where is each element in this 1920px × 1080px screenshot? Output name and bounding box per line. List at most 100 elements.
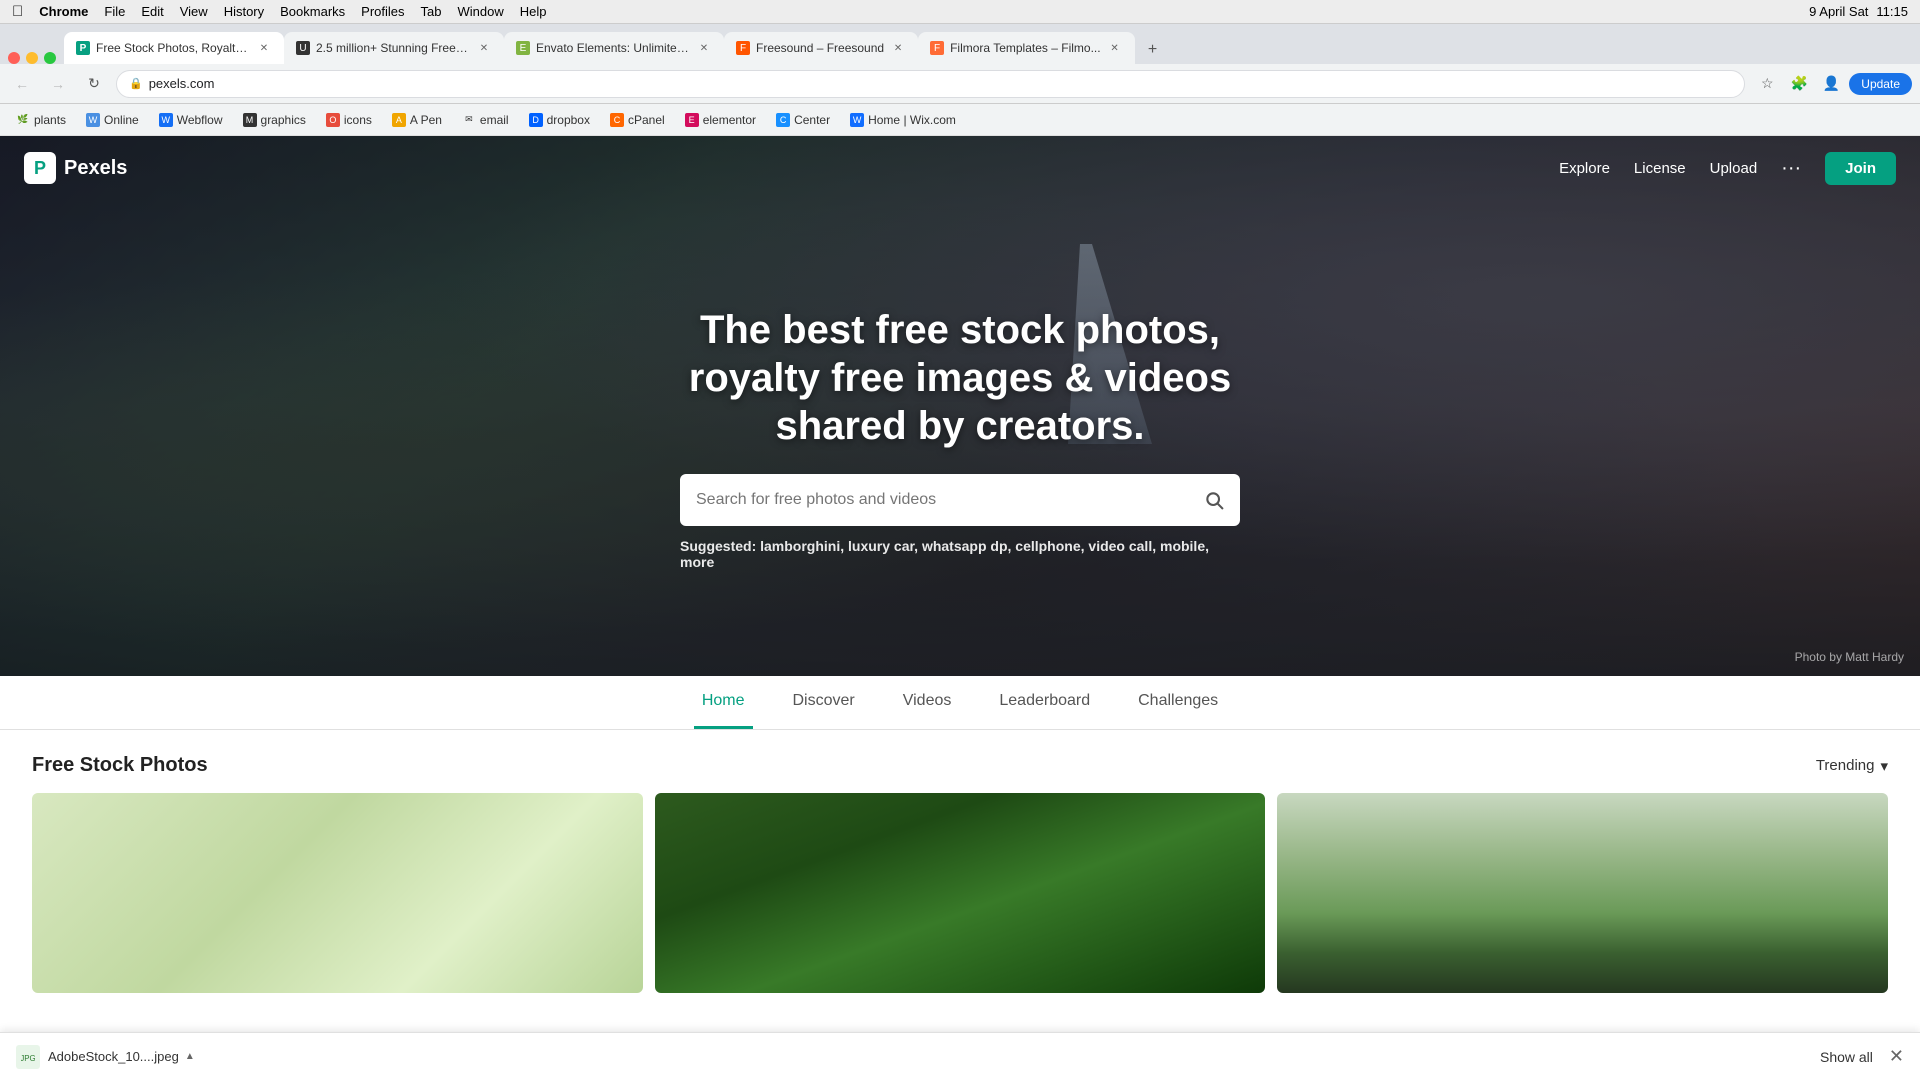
bookmarks-bar: 🌿 plants W Online W Webflow M graphics O… (0, 104, 1920, 136)
bookmark-elementor[interactable]: E elementor (677, 110, 764, 130)
bookmark-star-icon[interactable]: ☆ (1753, 70, 1781, 98)
tab-challenges[interactable]: Challenges (1130, 676, 1226, 729)
new-tab-button[interactable]: + (1139, 36, 1167, 64)
bookmark-graphics[interactable]: M graphics (235, 110, 314, 130)
tab-home[interactable]: Home (694, 676, 753, 729)
reload-button[interactable]: ↻ (80, 70, 108, 98)
bookmark-label-apen: A Pen (410, 113, 442, 127)
bookmark-favicon-apen: A (392, 113, 406, 127)
site-logo[interactable]: P Pexels (24, 152, 127, 184)
bookmark-favicon-center: C (776, 113, 790, 127)
app-menu-edit[interactable]: Edit (141, 4, 163, 19)
download-file-icon: JPG (16, 1045, 40, 1069)
bookmark-favicon-email: ✉ (462, 113, 476, 127)
bookmark-wix[interactable]: W Home | Wix.com (842, 110, 964, 130)
browser-tab-pexels[interactable]: P Free Stock Photos, Royalty Fre... ✕ (64, 32, 284, 64)
bookmark-favicon-graphics: M (243, 113, 257, 127)
back-button[interactable]: ← (8, 70, 36, 98)
bookmark-plants[interactable]: 🌿 plants (8, 110, 74, 130)
app-menu-profiles[interactable]: Profiles (361, 4, 404, 19)
app-menu-help[interactable]: Help (520, 4, 547, 19)
photo-card-2[interactable] (655, 793, 1266, 993)
bookmark-email[interactable]: ✉ email (454, 110, 517, 130)
window-minimize-button[interactable] (26, 52, 38, 64)
nav-explore[interactable]: Explore (1559, 160, 1610, 177)
suggestions-text[interactable]: lamborghini, luxury car, whatsapp dp, ce… (680, 538, 1209, 570)
app-menu-history[interactable]: History (224, 4, 264, 19)
tab-title-filmora: Filmora Templates – Filmo... (950, 41, 1101, 55)
window-close-button[interactable] (8, 52, 20, 64)
chrome-browser-frame: P Free Stock Photos, Royalty Fre... ✕ U … (0, 24, 1920, 136)
bookmark-favicon-wix: W (850, 113, 864, 127)
search-input[interactable] (696, 491, 1192, 509)
bookmark-favicon-webflow: W (159, 113, 173, 127)
bookmark-label-plants: plants (34, 113, 66, 127)
photo-card-3[interactable] (1277, 793, 1888, 993)
tab-title-freesound: Freesound – Freesound (756, 41, 884, 55)
bookmark-label-elementor: elementor (703, 113, 756, 127)
bookmark-label-graphics: graphics (261, 113, 306, 127)
browser-tab-filmora[interactable]: F Filmora Templates – Filmo... ✕ (918, 32, 1135, 64)
profile-avatar-icon[interactable]: 👤 (1817, 70, 1845, 98)
download-chevron-icon[interactable]: ▲ (185, 1051, 195, 1062)
tab-leaderboard[interactable]: Leaderboard (991, 676, 1098, 729)
download-close-button[interactable]: ✕ (1889, 1046, 1904, 1067)
show-all-button[interactable]: Show all (1820, 1049, 1873, 1065)
bookmark-favicon-plants: 🌿 (16, 113, 30, 127)
app-menu-bookmarks[interactable]: Bookmarks (280, 4, 345, 19)
nav-more-icon[interactable]: ··· (1781, 157, 1801, 180)
photo-card-1[interactable] (32, 793, 643, 993)
forward-button[interactable]: → (44, 70, 72, 98)
tab-close-unsplash[interactable]: ✕ (476, 40, 492, 56)
tab-bar: P Free Stock Photos, Royalty Fre... ✕ U … (0, 24, 1920, 64)
apple-menu[interactable]:  (12, 3, 23, 20)
tab-close-freesound[interactable]: ✕ (890, 40, 906, 56)
app-menu-window[interactable]: Window (458, 4, 504, 19)
browser-tab-envato[interactable]: E Envato Elements: Unlimited St... ✕ (504, 32, 724, 64)
bookmark-webflow[interactable]: W Webflow (151, 110, 231, 130)
logo-text: Pexels (64, 157, 127, 180)
app-menu-file[interactable]: File (104, 4, 125, 19)
nav-upload[interactable]: Upload (1710, 160, 1758, 177)
bookmark-cpanel[interactable]: C cPanel (602, 110, 673, 130)
bookmark-label-email: email (480, 113, 509, 127)
url-text: pexels.com (149, 76, 1733, 91)
app-menu-tab[interactable]: Tab (421, 4, 442, 19)
menubar-date: 9 April Sat (1809, 4, 1868, 19)
bookmark-dropbox[interactable]: D dropbox (521, 110, 598, 130)
update-chrome-button[interactable]: Update (1849, 73, 1912, 95)
tab-favicon-unsplash: U (296, 41, 310, 55)
bookmark-favicon-online: W (86, 113, 100, 127)
app-menu-chrome[interactable]: Chrome (39, 4, 88, 19)
browser-tab-freesound[interactable]: F Freesound – Freesound ✕ (724, 32, 918, 64)
search-button[interactable] (1204, 490, 1224, 510)
hero-title: The best free stock photos, royalty free… (660, 306, 1260, 450)
bookmark-online[interactable]: W Online (78, 110, 147, 130)
logo-icon: P (24, 152, 56, 184)
search-box (680, 474, 1240, 526)
tab-close-envato[interactable]: ✕ (696, 40, 712, 56)
bookmark-favicon-dropbox: D (529, 113, 543, 127)
bookmark-icons[interactable]: O icons (318, 110, 380, 130)
tab-close-filmora[interactable]: ✕ (1107, 40, 1123, 56)
window-maximize-button[interactable] (44, 52, 56, 64)
content-nav: Home Discover Videos Leaderboard Challen… (0, 676, 1920, 730)
join-button[interactable]: Join (1825, 152, 1896, 185)
photos-title: Free Stock Photos (32, 754, 208, 777)
page-content: P Pexels Explore License Upload ··· Join… (0, 136, 1920, 1017)
chevron-down-icon: ▾ (1880, 757, 1888, 775)
address-bar-icons: ☆ 🧩 👤 Update (1753, 70, 1912, 98)
ssl-lock-icon: 🔒 (129, 77, 143, 90)
extension-puzzle-icon[interactable]: 🧩 (1785, 70, 1813, 98)
url-bar[interactable]: 🔒 pexels.com (116, 70, 1745, 98)
tab-videos[interactable]: Videos (895, 676, 960, 729)
app-menu-view[interactable]: View (180, 4, 208, 19)
tab-close-pexels[interactable]: ✕ (256, 40, 272, 56)
trending-dropdown[interactable]: Trending ▾ (1816, 757, 1888, 775)
hero-content: The best free stock photos, royalty free… (0, 136, 1920, 676)
bookmark-apen[interactable]: A A Pen (384, 110, 450, 130)
bookmark-center[interactable]: C Center (768, 110, 838, 130)
browser-tab-unsplash[interactable]: U 2.5 million+ Stunning Free Ima... ✕ (284, 32, 504, 64)
tab-discover[interactable]: Discover (785, 676, 863, 729)
nav-license[interactable]: License (1634, 160, 1686, 177)
